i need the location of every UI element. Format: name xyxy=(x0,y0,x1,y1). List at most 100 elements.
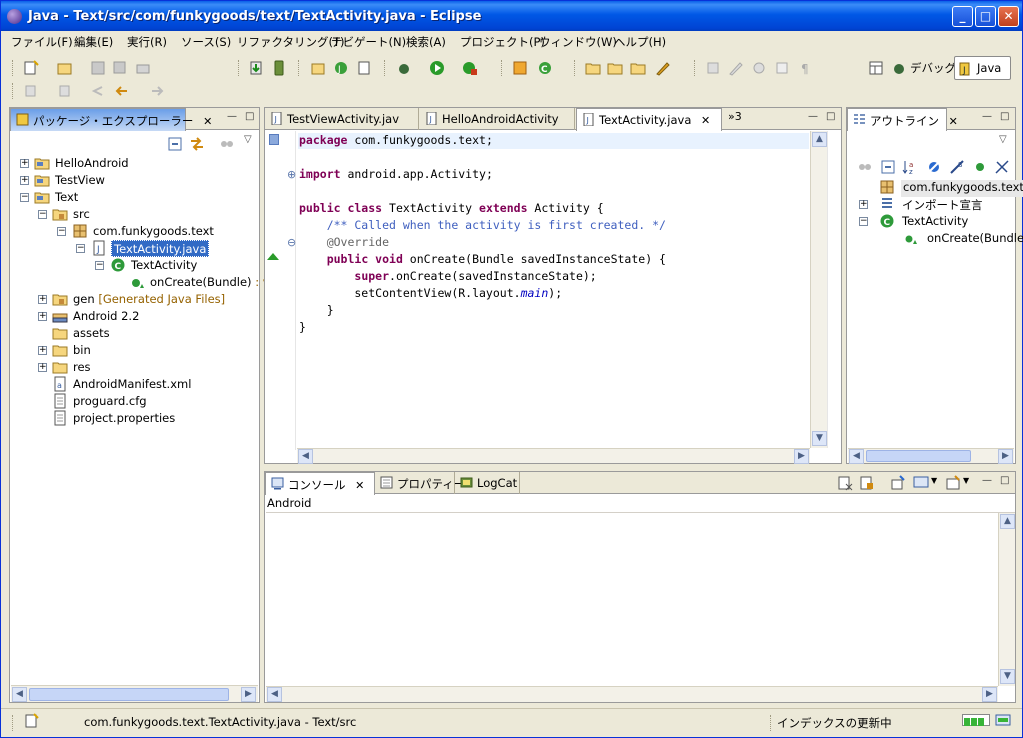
last-edit-icon[interactable] xyxy=(90,83,106,99)
tab-testviewactivity[interactable]: J TestViewActivity.jav xyxy=(265,108,419,130)
tab-properties[interactable]: プロパティー xyxy=(375,472,465,494)
new-file-icon[interactable] xyxy=(356,60,372,76)
scroll-left-icon[interactable]: ◀ xyxy=(849,449,864,464)
scroll-right-icon[interactable]: ▶ xyxy=(241,687,256,702)
menu-source[interactable]: ソース(S) xyxy=(181,34,231,50)
new-java-project-icon[interactable] xyxy=(57,60,73,76)
open-type-icon[interactable] xyxy=(512,60,528,76)
minimize-view-icon[interactable]: — xyxy=(982,111,992,122)
scroll-right-icon[interactable]: ▶ xyxy=(998,449,1013,464)
hide-non-public-members-icon[interactable] xyxy=(972,159,988,175)
progress-indicator[interactable] xyxy=(962,714,990,726)
maximize-view-icon[interactable]: □ xyxy=(1000,111,1009,122)
tab-textactivity[interactable]: J TextActivity.java ✕ xyxy=(576,108,722,131)
hide-non-public-icon[interactable] xyxy=(857,159,873,175)
tree-expander[interactable]: + xyxy=(38,346,47,355)
print-icon[interactable] xyxy=(135,60,151,76)
fold-collapse-icon[interactable]: ⊖ xyxy=(287,236,296,249)
minimize-view-icon[interactable]: — xyxy=(982,475,992,486)
back-icon[interactable] xyxy=(114,83,130,99)
chevron-down-icon[interactable]: ▼ xyxy=(963,476,969,485)
console-vertical-scrollbar[interactable]: ▲ ▼ xyxy=(998,513,1015,686)
tree-expander[interactable]: − xyxy=(859,217,868,226)
menu-file[interactable]: ファイル(F) xyxy=(11,34,73,50)
external-tools-icon[interactable] xyxy=(462,60,478,76)
scroll-down-icon[interactable]: ▼ xyxy=(812,431,827,446)
run-icon[interactable] xyxy=(429,60,445,76)
scroll-up-icon[interactable]: ▲ xyxy=(1000,514,1015,529)
link-with-editor-icon[interactable] xyxy=(189,136,205,152)
scroll-left-icon[interactable]: ◀ xyxy=(267,687,282,702)
progress-view-icon[interactable] xyxy=(995,712,1011,728)
scroll-right-icon[interactable]: ▶ xyxy=(794,449,809,464)
close-icon[interactable]: ✕ xyxy=(949,115,958,128)
outline-item-imports[interactable]: インポート宣言 xyxy=(902,197,983,214)
tab-overflow-button[interactable]: »3 xyxy=(728,110,742,123)
maximize-view-icon[interactable]: □ xyxy=(245,111,254,122)
scroll-right-icon[interactable]: ▶ xyxy=(982,687,997,702)
tree-item-textactivity-java[interactable]: TextActivity.java xyxy=(111,240,210,257)
editor-horizontal-scrollbar[interactable]: ◀ ▶ xyxy=(297,448,810,464)
tab-package-explorer[interactable]: パッケージ・エクスプローラー ✕ xyxy=(10,108,212,131)
tree-expander[interactable]: − xyxy=(38,210,47,219)
tree-item-bin[interactable]: bin xyxy=(73,343,91,360)
chevron-down-icon[interactable]: ▽ xyxy=(244,134,252,145)
console-horizontal-scrollbar[interactable]: ◀ ▶ xyxy=(266,686,998,702)
new-class-wizard-icon[interactable]: C xyxy=(537,60,553,76)
menu-run[interactable]: 実行(R) xyxy=(127,34,167,50)
tree-expander[interactable]: − xyxy=(95,261,104,270)
maximize-button[interactable]: □ xyxy=(975,6,996,27)
tab-helloandroidactivity[interactable]: J HelloAndroidActivity xyxy=(420,108,575,130)
download-icon[interactable] xyxy=(248,60,264,76)
open-folder2-icon[interactable] xyxy=(607,60,623,76)
close-icon[interactable]: ✕ xyxy=(203,115,212,128)
forward-icon[interactable] xyxy=(149,83,165,99)
menu-window[interactable]: ウィンドウ(W) xyxy=(539,34,617,50)
tree-expander[interactable]: − xyxy=(57,227,66,236)
annotation-icon[interactable] xyxy=(705,60,721,76)
tree-expander[interactable]: + xyxy=(38,295,47,304)
collapse-all-icon[interactable] xyxy=(880,159,896,175)
tree-item-proguard[interactable]: proguard.cfg xyxy=(73,394,147,411)
chevron-down-icon[interactable]: ▽ xyxy=(999,134,1007,145)
scroll-left-icon[interactable]: ◀ xyxy=(12,687,27,702)
tab-logcat[interactable]: LogCat xyxy=(455,472,520,494)
new-icon[interactable] xyxy=(23,60,39,76)
tree-item-assets[interactable]: assets xyxy=(73,326,110,343)
tree-expander[interactable]: + xyxy=(859,200,868,209)
tree-item-project-properties[interactable]: project.properties xyxy=(73,411,175,428)
hide-local-types-icon[interactable] xyxy=(994,159,1010,175)
menu-help[interactable]: ヘルプ(H) xyxy=(614,34,666,50)
minimize-button[interactable]: _ xyxy=(952,6,973,27)
tab-outline[interactable]: アウトライン ✕ xyxy=(847,108,958,131)
scroll-thumb[interactable] xyxy=(29,688,229,701)
pin-console-icon[interactable] xyxy=(890,475,906,491)
open-console-icon[interactable] xyxy=(945,475,961,491)
scroll-up-icon[interactable]: ▲ xyxy=(812,132,827,147)
next-annotation-icon[interactable] xyxy=(23,83,39,99)
clear-console-icon[interactable] xyxy=(837,475,853,491)
scroll-down-icon[interactable]: ▼ xyxy=(1000,669,1015,684)
tree-item-text[interactable]: Text xyxy=(55,190,78,207)
debug-icon[interactable] xyxy=(396,60,412,76)
previous-annotation-icon[interactable] xyxy=(57,83,73,99)
maximize-view-icon[interactable]: □ xyxy=(826,111,835,122)
open-folder3-icon[interactable] xyxy=(630,60,646,76)
close-icon[interactable]: ✕ xyxy=(355,479,364,492)
tab-console[interactable]: コンソール ✕ xyxy=(265,472,375,495)
open-perspective-icon[interactable] xyxy=(868,60,884,76)
fold-expand-icon[interactable]: ⊕ xyxy=(287,168,296,181)
scroll-lock-icon[interactable] xyxy=(859,475,875,491)
tree-item-gen[interactable]: gen [Generated Java Files] xyxy=(73,292,225,309)
title-bar[interactable]: Java - Text/src/com/funkygoods/text/Text… xyxy=(1,1,1022,31)
tree-expander[interactable]: + xyxy=(20,176,29,185)
tree-expander[interactable]: + xyxy=(20,159,29,168)
tree-item-class[interactable]: TextActivity xyxy=(131,258,197,275)
outline-item-class[interactable]: TextActivity xyxy=(902,214,968,231)
avd-manager-icon[interactable] xyxy=(271,60,287,76)
tree-expander[interactable]: + xyxy=(38,363,47,372)
hide-static-icon[interactable]: S xyxy=(949,159,965,175)
maximize-view-icon[interactable]: □ xyxy=(1000,475,1009,486)
menu-edit[interactable]: 編集(E) xyxy=(74,34,113,50)
menu-project[interactable]: プロジェクト(P) xyxy=(460,34,545,50)
